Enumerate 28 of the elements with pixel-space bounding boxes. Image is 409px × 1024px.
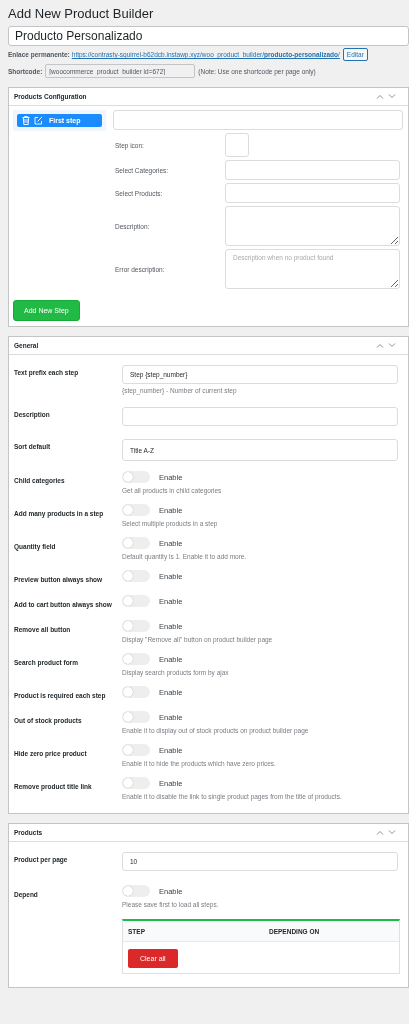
toggle-switch[interactable] — [122, 570, 150, 582]
toggle-switch[interactable] — [122, 504, 150, 516]
select-field[interactable] — [225, 183, 400, 203]
toggle-switch[interactable] — [122, 885, 150, 897]
chevron-down-icon[interactable] — [388, 830, 396, 835]
step-icon-field[interactable] — [225, 133, 249, 157]
toggle-switch[interactable] — [122, 537, 150, 549]
select-field[interactable] — [225, 160, 400, 180]
toggle-switch[interactable] — [122, 686, 150, 698]
input-field[interactable] — [122, 407, 398, 426]
textarea-field[interactable] — [225, 206, 400, 246]
chevron-up-icon[interactable] — [376, 343, 384, 348]
chevron-down-icon[interactable] — [388, 343, 396, 348]
step-name-field[interactable] — [113, 110, 403, 130]
chevron-down-icon[interactable] — [388, 94, 396, 99]
toggle-switch[interactable] — [122, 653, 150, 665]
trash-icon[interactable] — [22, 116, 30, 125]
edit-icon[interactable] — [34, 116, 43, 125]
title-field[interactable]: Producto Personalizado — [8, 26, 409, 46]
chevron-up-icon[interactable] — [376, 830, 384, 835]
toggle-switch[interactable] — [122, 777, 150, 789]
toggle-switch[interactable] — [122, 744, 150, 756]
toggle-switch[interactable] — [122, 711, 150, 723]
chevron-up-icon[interactable] — [376, 94, 384, 99]
page-title: Add New Product Builder — [8, 5, 155, 23]
toggle-switch[interactable] — [122, 595, 150, 607]
toggle-switch[interactable] — [122, 471, 150, 483]
toggle-switch[interactable] — [122, 620, 150, 632]
